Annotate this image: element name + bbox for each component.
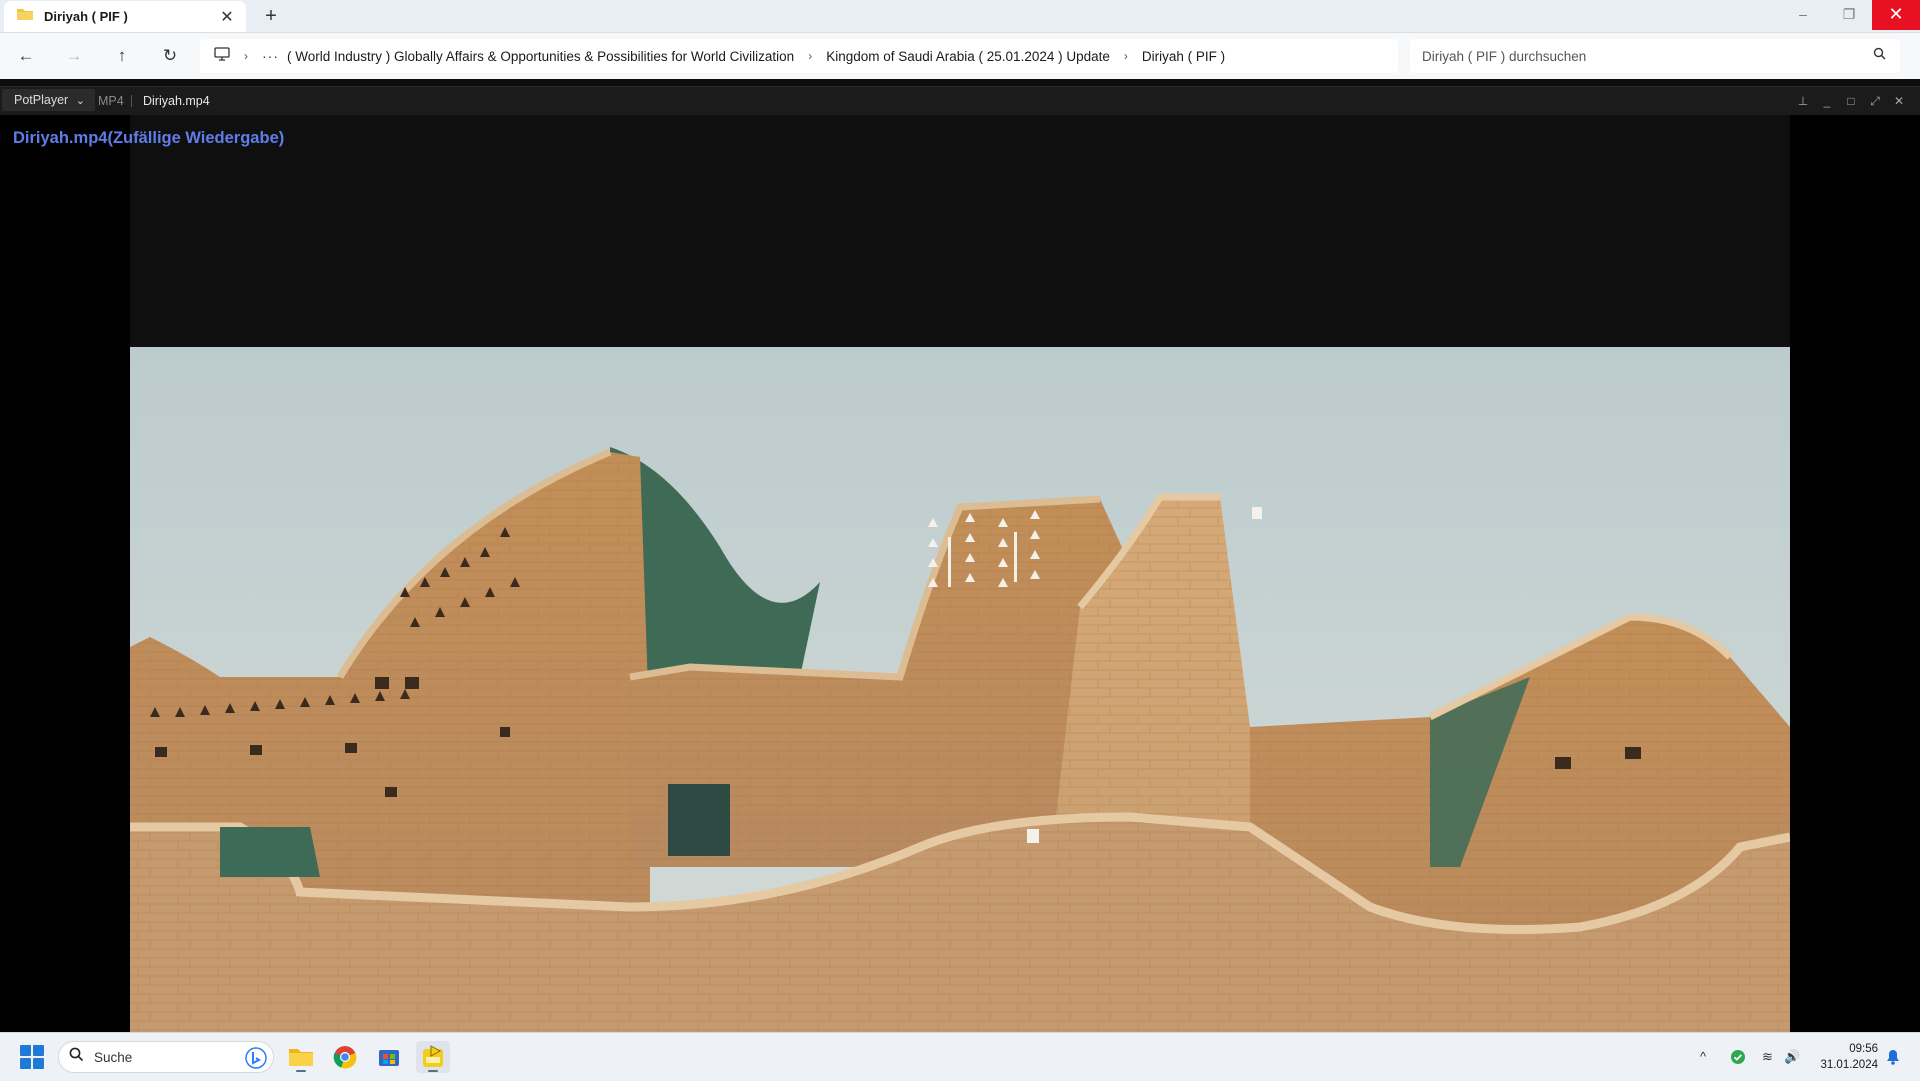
filename-label: Diriyah.mp4 — [143, 94, 210, 108]
taskbar-search-input[interactable] — [92, 1048, 236, 1066]
new-tab-button[interactable]: + — [258, 4, 284, 28]
store-icon[interactable] — [372, 1041, 406, 1073]
search-icon — [69, 1047, 84, 1067]
up-button[interactable]: ↑ — [108, 43, 136, 69]
player-maximize-button[interactable]: □ — [1840, 87, 1862, 115]
path-box[interactable]: › ··· ( World Industry ) Globally Affair… — [200, 39, 1398, 73]
folder-search-input[interactable] — [1420, 47, 1864, 65]
minimize-button[interactable]: – — [1780, 0, 1826, 30]
explorer-titlebar: Diriyah ( PIF ) ✕ + – ❐ ✕ — [0, 0, 1920, 33]
monitor-icon[interactable] — [214, 47, 230, 65]
breadcrumb-separator[interactable]: › — [244, 49, 248, 63]
potplayer-menu-label: PotPlayer — [14, 93, 69, 107]
taskbar-search[interactable] — [58, 1041, 274, 1073]
tab-close-icon[interactable]: ✕ — [218, 7, 236, 27]
player-minimize-button[interactable]: _ — [1816, 87, 1838, 115]
breadcrumb-world-industry[interactable]: ( World Industry ) Globally Affairs & Op… — [287, 49, 794, 64]
close-button[interactable]: ✕ — [1872, 0, 1920, 30]
osd-title: Diriyah.mp4(Zufällige Wiedergabe) — [13, 129, 285, 147]
notification-bell-icon[interactable] — [1886, 1049, 1900, 1065]
potplayer-titlebar: PotPlayer ⌄ MP4 Diriyah.mp4 ⊥ _ □ ⤢ ✕ — [0, 86, 1920, 115]
file-explorer-icon[interactable] — [284, 1041, 318, 1073]
potplayer-icon[interactable] — [416, 1041, 450, 1073]
tray-chevron-icon[interactable]: ^ — [1700, 1033, 1706, 1081]
breadcrumb-diriyah[interactable]: Diriyah ( PIF ) — [1142, 49, 1225, 64]
refresh-button[interactable]: ↻ — [156, 43, 184, 69]
windows-start-icon[interactable] — [20, 1045, 44, 1069]
clock-time: 09:56 — [1849, 1043, 1878, 1055]
clock-date: 31.01.2024 — [1820, 1059, 1878, 1071]
breadcrumb-separator[interactable]: › — [808, 49, 812, 63]
breadcrumb-saudi-arabia[interactable]: Kingdom of Saudi Arabia ( 25.01.2024 ) U… — [826, 49, 1110, 64]
tab-title: Diriyah ( PIF ) — [44, 9, 128, 24]
folder-icon — [16, 7, 34, 26]
path-more-button[interactable]: ··· — [262, 48, 279, 64]
taskbar-clock[interactable]: 09:56 31.01.2024 — [1812, 1041, 1878, 1073]
bing-icon[interactable] — [245, 1047, 267, 1074]
address-bar: ← → ↑ ↻ › ··· ( World Industry ) Globall… — [0, 33, 1920, 79]
potplayer-menu-button[interactable]: PotPlayer ⌄ — [2, 89, 95, 111]
player-close-button[interactable]: ✕ — [1888, 87, 1910, 115]
breadcrumb-separator[interactable]: › — [1124, 49, 1128, 63]
divider — [131, 95, 132, 107]
wifi-icon[interactable]: ≋ — [1762, 1033, 1773, 1081]
player-fullscreen-button[interactable]: ⤢ — [1864, 87, 1886, 115]
video-frame-image[interactable] — [130, 347, 1790, 1043]
search-icon[interactable] — [1873, 47, 1886, 63]
chrome-icon[interactable] — [328, 1041, 362, 1073]
volume-icon[interactable]: 🔊 — [1784, 1033, 1800, 1081]
pin-icon[interactable]: ⊥ — [1792, 87, 1814, 115]
back-button[interactable]: ← — [12, 43, 40, 69]
chevron-down-icon: ⌄ — [75, 95, 85, 107]
forward-button[interactable]: → — [60, 43, 88, 69]
tab-diriyah[interactable]: Diriyah ( PIF ) ✕ — [4, 1, 246, 32]
folder-search-box[interactable] — [1410, 39, 1900, 73]
video-area[interactable]: Diriyah.mp4(Zufällige Wiedergabe) — [0, 115, 1920, 1043]
format-label: MP4 — [98, 94, 124, 108]
restore-button[interactable]: ❐ — [1826, 0, 1872, 30]
security-shield-icon[interactable] — [1730, 1049, 1746, 1065]
taskbar: ^ ≋ 🔊 09:56 31.01.2024 — [0, 1032, 1920, 1081]
